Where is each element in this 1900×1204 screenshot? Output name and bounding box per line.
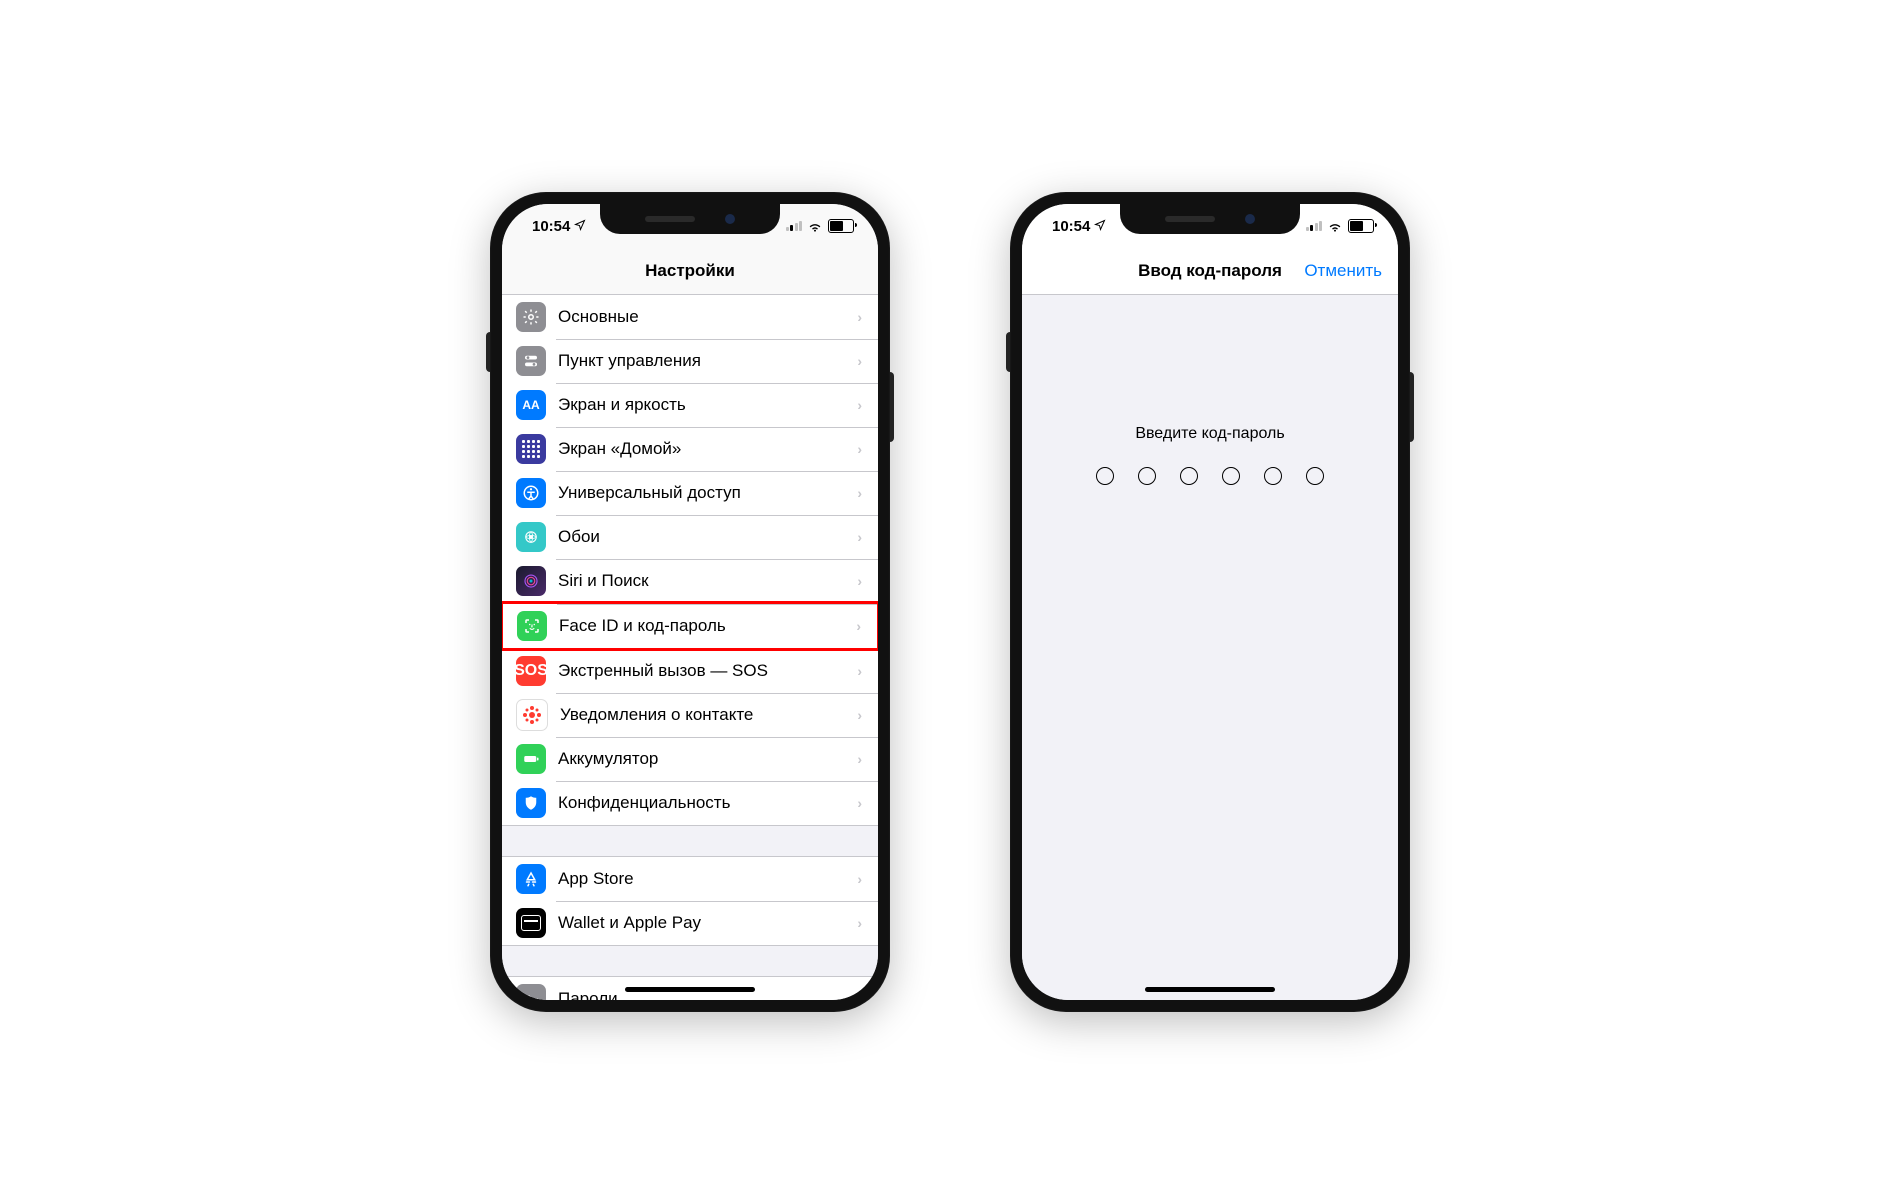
nav-header-passcode: Ввод код-пароля Отменить [1022,248,1398,295]
cancel-button[interactable]: Отменить [1304,261,1382,281]
settings-row-sos[interactable]: SOS Экстренный вызов — SOS› [502,649,878,693]
chevron-right-icon: › [857,871,862,887]
wallpaper-icon [516,522,546,552]
status-time: 10:54 [532,218,570,235]
home-indicator[interactable] [1145,987,1275,992]
exposure-icon [516,699,548,731]
battery-icon [1348,219,1374,233]
chevron-right-icon: › [857,915,862,931]
screen-passcode: 10:54 Ввод код-пароля Отме [1022,204,1398,1000]
settings-row-faceid[interactable]: Face ID и код-пароль› [502,601,878,651]
page-title: Ввод код-пароля [1138,261,1282,281]
settings-row-siri[interactable]: Siri и Поиск› [502,559,878,603]
settings-row-label: Уведомления о контакте [560,705,857,725]
settings-row-control[interactable]: Пункт управления› [502,339,878,383]
phone-settings: 10:54 Настройки [490,192,890,1012]
chevron-right-icon: › [857,663,862,679]
phone-passcode: 10:54 Ввод код-пароля Отме [1010,192,1410,1012]
wifi-icon [1327,220,1343,232]
settings-row-access[interactable]: Универсальный доступ› [502,471,878,515]
chevron-right-icon: › [857,485,862,501]
passcode-prompt: Введите код-пароль [1135,425,1284,443]
settings-row-label: Пункт управления [558,351,857,371]
settings-row-label: Siri и Поиск [558,571,857,591]
settings-row-label: Wallet и Apple Pay [558,913,857,933]
location-icon [574,219,586,234]
passcode-dot [1180,467,1198,485]
settings-row-label: Экран и яркость [558,395,857,415]
chevron-right-icon: › [856,618,861,634]
passcode-dot [1264,467,1282,485]
wallet-icon [516,908,546,938]
settings-row-label: Face ID и код-пароль [559,616,856,636]
settings-row-label: Конфиденциальность [558,793,857,813]
passcode-dot [1096,467,1114,485]
settings-row-label: Экран «Домой» [558,439,857,459]
notch [1120,204,1300,234]
settings-row-battery[interactable]: Аккумулятор› [502,737,878,781]
settings-row-label: Экстренный вызов — SOS [558,661,857,681]
settings-row-label: Обои [558,527,857,547]
cellular-signal-icon [786,221,803,231]
location-icon [1094,219,1106,234]
access-icon [516,478,546,508]
settings-row-home[interactable]: Экран «Домой»› [502,427,878,471]
passwords-icon [516,984,546,1000]
chevron-right-icon: › [857,529,862,545]
settings-row-display[interactable]: AA Экран и яркость› [502,383,878,427]
display-icon: AA [516,390,546,420]
settings-row-wallpaper[interactable]: Обои› [502,515,878,559]
settings-scroll[interactable]: Основные›Пункт управления›AAЭкран и ярко… [502,295,878,1000]
settings-group-1: Основные›Пункт управления›AAЭкран и ярко… [502,295,878,826]
passcode-dot [1222,467,1240,485]
settings-row-label: Универсальный доступ [558,483,857,503]
settings-row-exposure[interactable]: Уведомления о контакте› [502,693,878,737]
phones-container: 10:54 Настройки [490,192,1410,1012]
settings-row-privacy[interactable]: Конфиденциальность› [502,781,878,825]
settings-row-label: App Store [558,869,857,889]
chevron-right-icon: › [857,441,862,457]
screen-settings: 10:54 Настройки [502,204,878,1000]
settings-row-label: Основные [558,307,857,327]
privacy-icon [516,788,546,818]
passcode-dot [1138,467,1156,485]
nav-header-settings: Настройки [502,248,878,295]
control-icon [516,346,546,376]
page-title: Настройки [645,261,735,281]
settings-row-general[interactable]: Основные› [502,295,878,339]
passcode-dots[interactable] [1096,467,1324,485]
chevron-right-icon: › [857,991,862,1000]
general-icon [516,302,546,332]
battery-icon [516,744,546,774]
settings-row-wallet[interactable]: Wallet и Apple Pay› [502,901,878,945]
notch [600,204,780,234]
faceid-icon [517,611,547,641]
chevron-right-icon: › [857,751,862,767]
settings-row-label: Аккумулятор [558,749,857,769]
chevron-right-icon: › [857,707,862,723]
settings-row-appstore[interactable]: App Store› [502,857,878,901]
home-indicator[interactable] [625,987,755,992]
siri-icon [516,566,546,596]
chevron-right-icon: › [857,309,862,325]
passcode-dot [1306,467,1324,485]
settings-group-2: App Store›Wallet и Apple Pay› [502,856,878,946]
home-icon [516,434,546,464]
appstore-icon [516,864,546,894]
battery-icon [828,219,854,233]
chevron-right-icon: › [857,397,862,413]
chevron-right-icon: › [857,795,862,811]
wifi-icon [807,220,823,232]
sos-icon: SOS [516,656,546,686]
passcode-area: Введите код-пароль [1022,295,1398,1000]
cellular-signal-icon [1306,221,1323,231]
chevron-right-icon: › [857,353,862,369]
chevron-right-icon: › [857,573,862,589]
status-time: 10:54 [1052,218,1090,235]
